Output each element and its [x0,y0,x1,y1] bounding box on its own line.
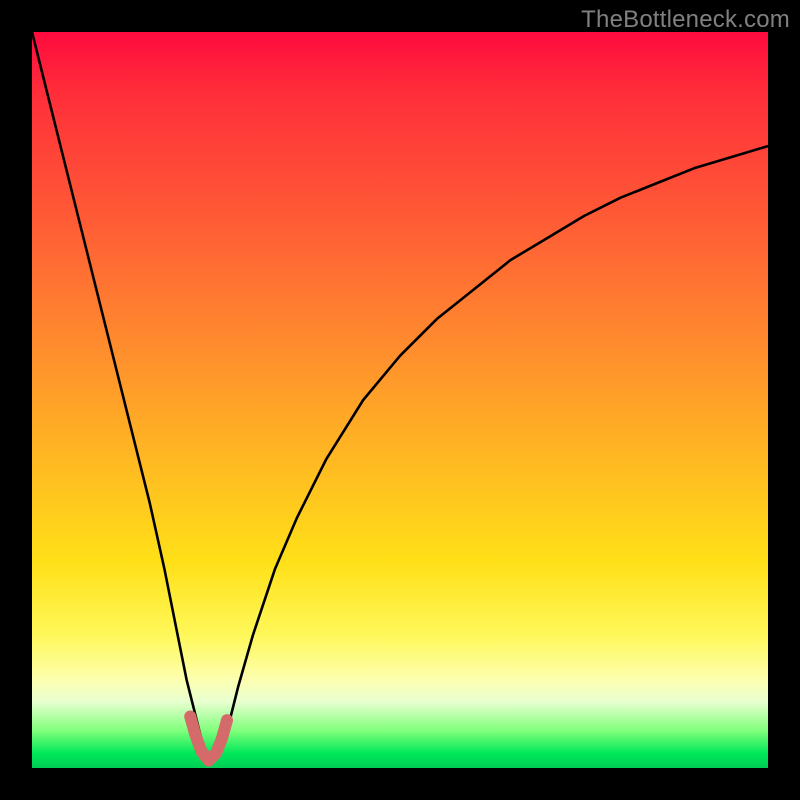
watermark-text: TheBottleneck.com [581,6,790,34]
chart-frame: TheBottleneck.com [0,0,800,800]
plot-area [32,32,768,768]
optimal-zone-highlight [190,716,227,760]
curve-svg [32,32,768,768]
bottleneck-curve [32,32,768,761]
